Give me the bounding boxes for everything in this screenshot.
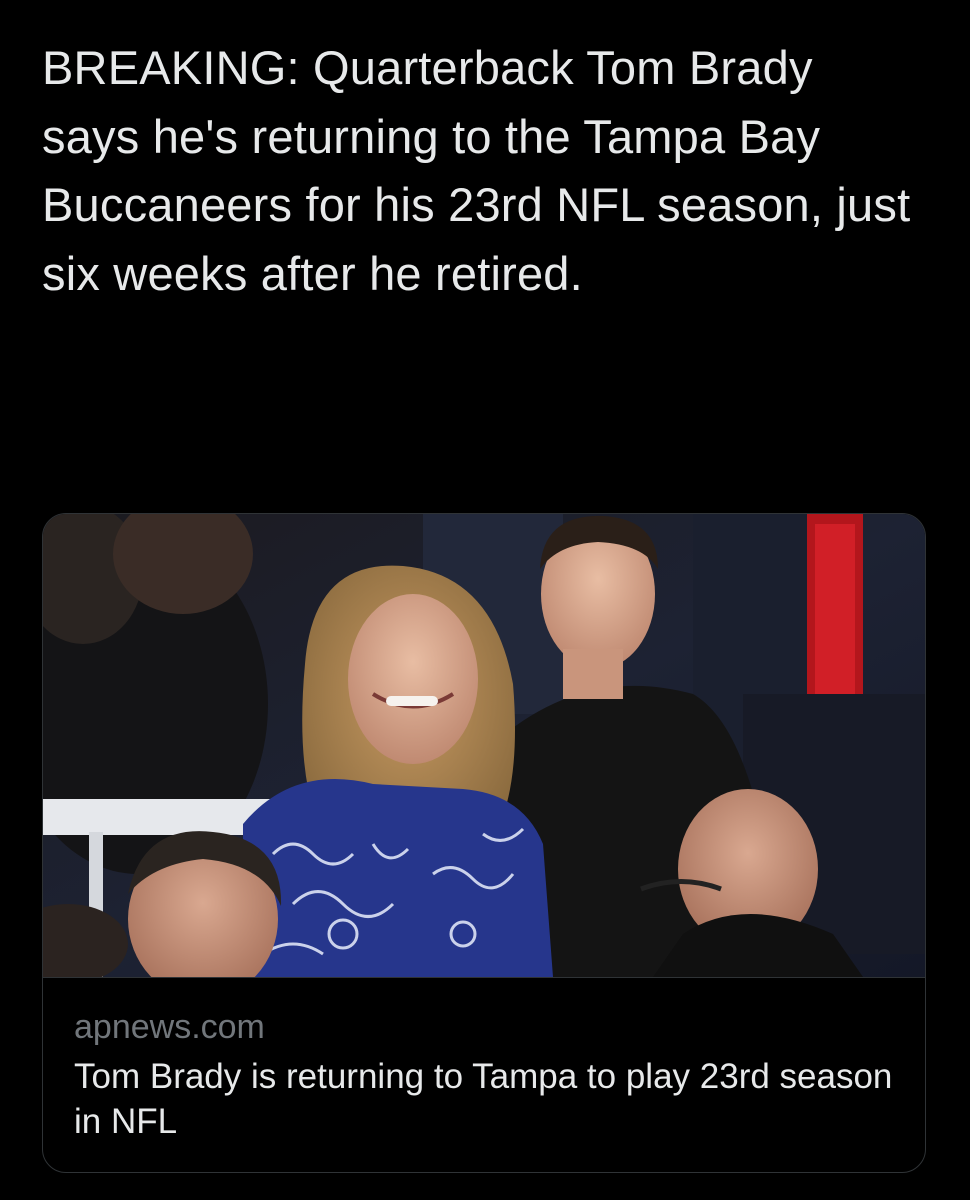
link-title[interactable]: Tom Brady is returning to Tampa to play …: [74, 1054, 894, 1144]
link-domain: apnews.com: [74, 1008, 265, 1046]
link-preview-card[interactable]: apnews.com Tom Brady is returning to Tam…: [42, 513, 926, 1173]
tweet-text: BREAKING: Quarterback Tom Brady says he'…: [42, 41, 911, 300]
news-photo-illustration: [43, 514, 925, 977]
link-preview-image[interactable]: [43, 514, 925, 977]
link-preview-meta[interactable]: apnews.com Tom Brady is returning to Tam…: [43, 977, 925, 1172]
